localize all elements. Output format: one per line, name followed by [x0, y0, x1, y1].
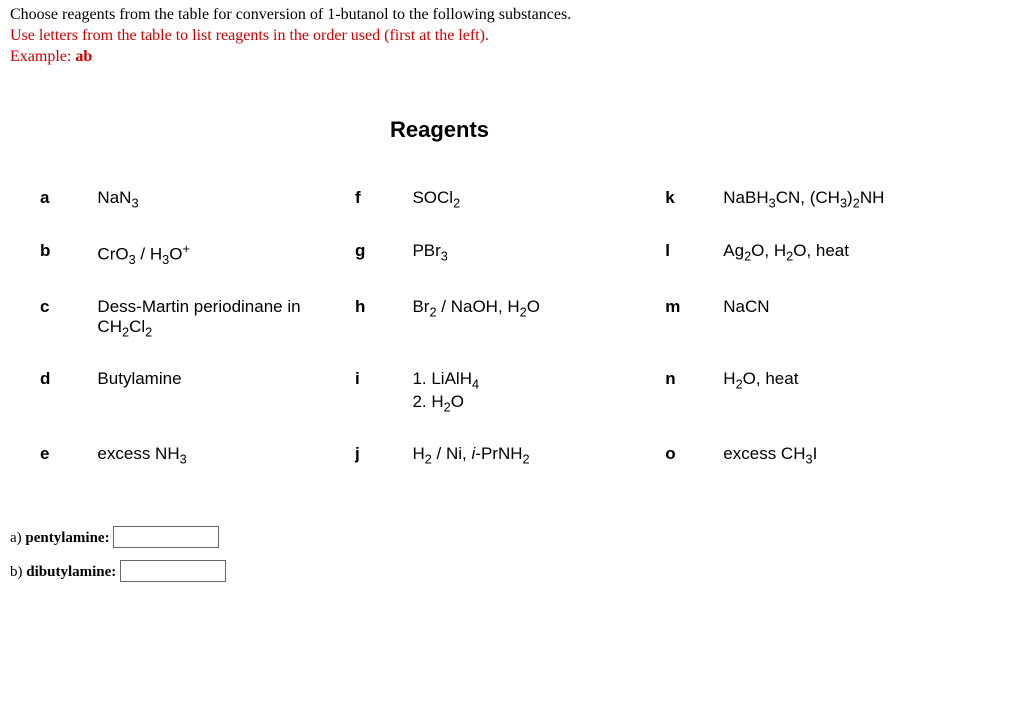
question-a: a) pentylamine:: [10, 526, 1014, 548]
question-b-prefix: b): [10, 564, 26, 580]
dibutylamine-input[interactable]: [120, 560, 226, 582]
reagent-val-g: PBr3: [402, 226, 655, 282]
reagent-val-c: Dess-Martin periodinane in CH2Cl2: [87, 282, 345, 354]
pentylamine-input[interactable]: [113, 526, 219, 548]
reagent-key-h: h: [345, 282, 402, 354]
reagent-key-o: o: [655, 429, 713, 481]
reagent-val-b: CrO3 / H3O+: [87, 226, 345, 282]
reagent-val-d: Butylamine: [87, 354, 345, 429]
reagent-key-a: a: [30, 173, 87, 225]
reagent-key-n: n: [655, 354, 713, 429]
reagent-val-n: H2O, heat: [713, 354, 970, 429]
reagent-key-m: m: [655, 282, 713, 354]
reagents-table: a NaN3 f SOCl2 k NaBH3CN, (CH3)2NH b CrO…: [30, 173, 970, 481]
reagents-section: Reagents a NaN3 f SOCl2 k NaBH3CN, (CH3)…: [30, 117, 1014, 481]
reagent-key-e: e: [30, 429, 87, 481]
question-b: b) dibutylamine:: [10, 560, 1014, 582]
reagent-key-d: d: [30, 354, 87, 429]
question-a-label: pentylamine:: [25, 530, 109, 546]
reagents-title: Reagents: [390, 117, 1014, 143]
instruction-line-3: Example: ab: [10, 47, 1014, 68]
questions-block: a) pentylamine: b) dibutylamine:: [10, 526, 1014, 582]
reagent-key-g: g: [345, 226, 402, 282]
reagent-key-k: k: [655, 173, 713, 225]
instruction-line-1: Choose reagents from the table for conve…: [10, 5, 1014, 26]
reagent-key-f: f: [345, 173, 402, 225]
reagent-val-m: NaCN: [713, 282, 970, 354]
reagent-val-h: Br2 / NaOH, H2O: [402, 282, 655, 354]
reagent-val-f: SOCl2: [402, 173, 655, 225]
reagent-key-j: j: [345, 429, 402, 481]
reagent-key-b: b: [30, 226, 87, 282]
reagent-val-k: NaBH3CN, (CH3)2NH: [713, 173, 970, 225]
question-b-label: dibutylamine:: [26, 564, 116, 580]
reagent-val-i: 1. LiAlH42. H2O: [402, 354, 655, 429]
reagent-key-l: l: [655, 226, 713, 282]
reagent-val-j: H2 / Ni, i-PrNH2: [402, 429, 655, 481]
instruction-line-2: Use letters from the table to list reage…: [10, 26, 1014, 47]
reagent-key-c: c: [30, 282, 87, 354]
reagent-val-l: Ag2O, H2O, heat: [713, 226, 970, 282]
reagent-val-o: excess CH3I: [713, 429, 970, 481]
reagent-val-e: excess NH3: [87, 429, 345, 481]
reagent-val-a: NaN3: [87, 173, 345, 225]
instructions-block: Choose reagents from the table for conve…: [10, 5, 1014, 67]
reagent-key-i: i: [345, 354, 402, 429]
question-a-prefix: a): [10, 530, 25, 546]
